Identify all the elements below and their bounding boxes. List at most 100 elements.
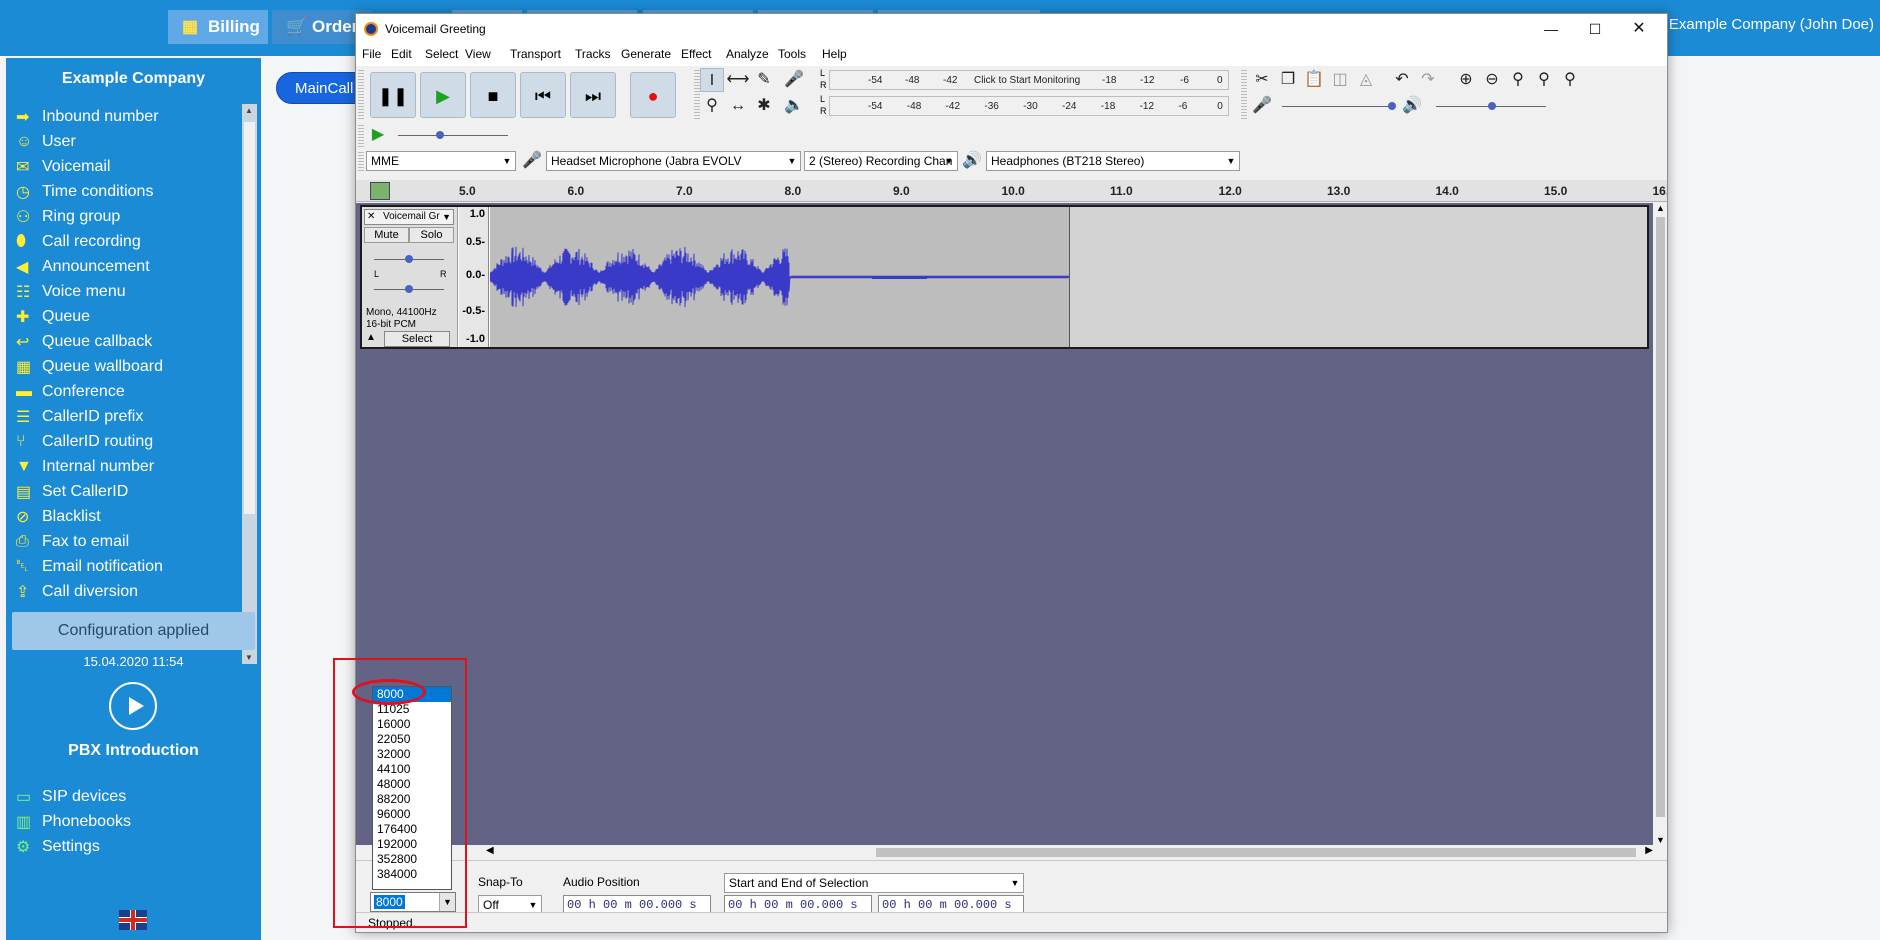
- menu-help[interactable]: Help: [822, 47, 847, 61]
- menu-file[interactable]: File: [362, 47, 381, 61]
- sidebar-item-phonebooks[interactable]: ▥ Phonebooks: [16, 809, 131, 834]
- playback-device-select[interactable]: Headphones (BT218 Stereo) ▼: [986, 151, 1240, 171]
- track-select-button[interactable]: Select: [384, 331, 450, 347]
- recording-meter[interactable]: -54 -48 -42 Click to Start Monitoring -18 -12…: [829, 70, 1229, 90]
- user-account-menu[interactable]: Example Company (John Doe): [1669, 16, 1874, 33]
- sidebar-item-sip-devices[interactable]: ▭ SIP devices: [16, 784, 126, 809]
- playback-meter-speaker-icon[interactable]: 🔈: [782, 94, 806, 118]
- sidebar-item-time-conditions[interactable]: ◷ Time conditions: [16, 179, 153, 204]
- menu-tracks[interactable]: Tracks: [575, 47, 611, 61]
- sidebar-item-internal-number[interactable]: ▼ Internal number: [16, 454, 154, 479]
- mute-button[interactable]: Mute: [364, 227, 409, 243]
- scrollbar-thumb[interactable]: [244, 122, 255, 514]
- maximize-icon[interactable]: ☐: [1575, 18, 1615, 40]
- rate-option[interactable]: 88200: [373, 792, 451, 807]
- stop-button[interactable]: ■: [470, 72, 516, 118]
- toolbar-grip[interactable]: [358, 151, 364, 171]
- menu-select[interactable]: Select: [425, 47, 458, 61]
- audio-host-select[interactable]: MME ▼: [366, 151, 516, 171]
- rate-option[interactable]: 44100: [373, 762, 451, 777]
- zoom-toggle-icon[interactable]: ⚲: [1558, 68, 1582, 92]
- audio-track[interactable]: ✕ Voicemail Gr ▼ Mute Solo L R Mono, 44100…: [360, 205, 1649, 349]
- sidebar-item-conference[interactable]: ▬ Conference: [16, 379, 125, 404]
- rate-option[interactable]: 11025: [373, 702, 451, 717]
- menu-analyze[interactable]: Analyze: [726, 47, 769, 61]
- timeline-ruler[interactable]: 5.0 6.0 7.0 8.0 9.0 10.0 11.0 12.0 13.0 14.0 15.0 1…: [356, 180, 1667, 202]
- trim-icon[interactable]: ◫: [1328, 68, 1352, 92]
- fit-project-icon[interactable]: ⚲: [1532, 68, 1556, 92]
- undo-icon[interactable]: ↶: [1390, 68, 1414, 92]
- uk-flag-icon[interactable]: [119, 910, 147, 930]
- sidebar-item-queue-callback[interactable]: ↩ Queue callback: [16, 329, 152, 354]
- draw-tool-icon[interactable]: ✎: [752, 68, 776, 92]
- minimize-icon[interactable]: —: [1531, 18, 1571, 40]
- envelope-tool-icon[interactable]: ⟷: [726, 68, 750, 92]
- record-meter-microphone-icon[interactable]: 🎤: [782, 68, 806, 92]
- menu-edit[interactable]: Edit: [391, 47, 412, 61]
- sidebar-item-voicemail[interactable]: ✉ Voicemail: [16, 154, 110, 179]
- sidebar-item-fax-to-email[interactable]: ⎙ Fax to email: [16, 529, 129, 554]
- toolbar-grip[interactable]: [1241, 95, 1247, 119]
- pbx-introduction-label[interactable]: PBX Introduction: [6, 742, 261, 760]
- scroll-down-icon[interactable]: ▼: [1656, 835, 1665, 845]
- pin-icon[interactable]: [370, 182, 390, 200]
- toolbar-grip[interactable]: [358, 69, 364, 119]
- scroll-left-icon[interactable]: ◀: [486, 845, 494, 856]
- redo-icon[interactable]: ↷: [1416, 68, 1440, 92]
- waveform-view[interactable]: [490, 207, 1647, 347]
- rate-option[interactable]: 352800: [373, 852, 451, 867]
- cut-icon[interactable]: ✂: [1250, 68, 1274, 92]
- vertical-scrollbar[interactable]: ▲ ▼: [1653, 203, 1667, 845]
- sidebar-item-call-recording[interactable]: ⬮ Call recording: [16, 229, 141, 254]
- play-speed-slider[interactable]: [398, 131, 508, 139]
- sidebar-item-voice-menu[interactable]: ☷ Voice menu: [16, 279, 126, 304]
- track-name-menu[interactable]: ✕ Voicemail Gr ▼: [364, 209, 454, 225]
- scroll-up-icon[interactable]: ▲: [1656, 203, 1665, 213]
- skip-to-end-button[interactable]: ⏭: [570, 72, 616, 118]
- toolbar-grip[interactable]: [358, 123, 364, 147]
- rate-option[interactable]: 22050: [373, 732, 451, 747]
- pause-button[interactable]: ❚❚: [370, 72, 416, 118]
- tab-billing[interactable]: ▦ Billing: [168, 10, 268, 44]
- paste-icon[interactable]: 📋: [1302, 68, 1326, 92]
- sidebar-item-ring-group[interactable]: ⚇ Ring group: [16, 204, 120, 229]
- collapse-icon[interactable]: ▲: [366, 332, 376, 343]
- project-rate-dropdown-list[interactable]: 8000 11025 16000 22050 32000 44100 48000 88200 9…: [372, 686, 452, 890]
- chevron-down-icon[interactable]: ▼: [439, 893, 455, 911]
- sidebar-item-blacklist[interactable]: ⊘ Blacklist: [16, 504, 101, 529]
- sidebar-item-queue[interactable]: ✚ Queue: [16, 304, 90, 329]
- scrollbar-thumb[interactable]: [1656, 217, 1665, 817]
- menu-transport[interactable]: Transport: [510, 47, 561, 61]
- zoom-tool-icon[interactable]: ⚲: [700, 94, 724, 118]
- playback-volume-slider[interactable]: [1436, 102, 1546, 110]
- window-titlebar[interactable]: Voicemail Greeting — ☐ ✕: [356, 14, 1667, 44]
- timeshift-tool-icon[interactable]: ↔: [726, 94, 750, 118]
- selection-tool-icon[interactable]: I: [700, 68, 724, 92]
- playback-meter[interactable]: -54 -48 -42 -36 -30 -24 -18 -12 -6 0: [829, 96, 1229, 116]
- sidebar-item-user[interactable]: ☺ User: [16, 129, 76, 154]
- sidebar-item-queue-wallboard[interactable]: ▦ Queue wallboard: [16, 354, 163, 379]
- zoom-in-icon[interactable]: ⊕: [1454, 68, 1478, 92]
- sidebar-item-settings[interactable]: ⚙ Settings: [16, 834, 100, 859]
- sidebar-item-call-diversion[interactable]: ⇪ Call diversion: [16, 579, 138, 604]
- sidebar-item-inbound-number[interactable]: ➡ Inbound number: [16, 104, 159, 129]
- pan-slider[interactable]: [374, 285, 444, 293]
- scroll-right-icon[interactable]: ▶: [1645, 845, 1653, 856]
- play-button[interactable]: ▶: [420, 72, 466, 118]
- recording-device-select[interactable]: Headset Microphone (Jabra EVOLV ▼: [546, 151, 801, 171]
- sidebar-item-set-callerid[interactable]: ▤ Set CallerID: [16, 479, 128, 504]
- sidebar-scrollbar[interactable]: ▲ ▼: [242, 104, 257, 664]
- project-rate-select[interactable]: 8000 ▼: [370, 892, 456, 912]
- selection-mode-select[interactable]: Start and End of Selection ▼: [724, 873, 1024, 893]
- rate-option[interactable]: 48000: [373, 777, 451, 792]
- zoom-out-icon[interactable]: ⊖: [1480, 68, 1504, 92]
- recording-volume-slider[interactable]: [1282, 102, 1396, 110]
- scrollbar-thumb[interactable]: [876, 848, 1636, 857]
- silence-icon[interactable]: ◬: [1354, 68, 1378, 92]
- close-track-icon[interactable]: ✕: [367, 210, 375, 224]
- sidebar-item-callerid-routing[interactable]: ⑂ CallerID routing: [16, 429, 153, 454]
- configuration-status-button[interactable]: Configuration applied: [12, 612, 255, 650]
- multi-tool-icon[interactable]: ✱: [752, 94, 776, 118]
- sidebar-item-email-notification[interactable]: ␇ Email notification: [16, 554, 163, 579]
- close-icon[interactable]: ✕: [1619, 18, 1659, 40]
